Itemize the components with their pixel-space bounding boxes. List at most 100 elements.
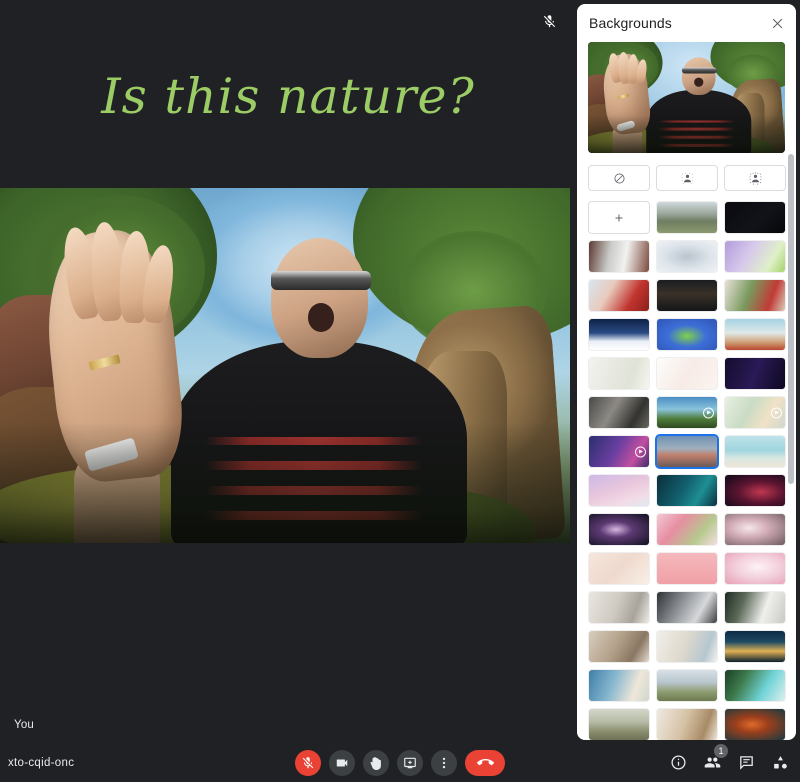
meeting-code-label: xto-cqid-onc [8, 756, 75, 769]
background-thumbnail[interactable] [588, 396, 650, 429]
self-name-label: You [14, 719, 35, 731]
play-icon [635, 446, 646, 457]
background-thumbnail[interactable] [656, 240, 718, 273]
background-thumbnail[interactable] [588, 357, 650, 390]
background-thumbnail[interactable] [588, 669, 650, 702]
background-thumbnail[interactable] [588, 318, 650, 351]
thumbnail-image [589, 319, 649, 350]
thumbnail-image [657, 436, 717, 467]
backgrounds-grid [588, 201, 786, 740]
background-thumbnail[interactable] [724, 669, 786, 702]
activities-button[interactable] [770, 753, 790, 773]
thumbnail-image [725, 241, 785, 272]
thumbnail-image [657, 709, 717, 740]
no-effect-button[interactable] [588, 165, 650, 191]
video-camera-icon [336, 759, 348, 766]
raise-hand-button[interactable] [363, 749, 389, 776]
chat-button[interactable] [736, 753, 756, 773]
slight-blur-button[interactable] [656, 165, 718, 191]
background-thumbnail[interactable] [655, 434, 719, 469]
leave-call-button[interactable] [465, 749, 505, 776]
thumbnail-image [725, 670, 785, 701]
panel-title: Backgrounds [589, 15, 672, 31]
background-thumbnail[interactable] [656, 279, 718, 312]
thumbnail-image [589, 280, 649, 311]
meeting-details-button[interactable] [668, 753, 688, 773]
thumbnail-image [725, 514, 785, 545]
blur-button[interactable] [724, 165, 786, 191]
background-thumbnail[interactable] [724, 279, 786, 312]
hangup-phone-icon [476, 758, 494, 766]
background-thumbnail[interactable] [588, 474, 650, 507]
mic-off-icon [302, 756, 314, 768]
background-thumbnail[interactable] [656, 513, 718, 546]
background-thumbnail[interactable] [656, 591, 718, 624]
background-thumbnail[interactable] [588, 240, 650, 273]
thumbnail-image [657, 319, 717, 350]
thumbnail-image [589, 358, 649, 389]
no-effect-slash-icon [613, 172, 625, 184]
thumbnail-image [725, 202, 785, 233]
background-thumbnail[interactable] [724, 552, 786, 585]
background-thumbnail[interactable] [588, 630, 650, 663]
camera-toggle[interactable] [329, 749, 355, 776]
add-background-button[interactable] [588, 201, 650, 234]
background-thumbnail[interactable] [724, 240, 786, 273]
background-thumbnail[interactable] [656, 474, 718, 507]
close-panel-button[interactable] [766, 12, 788, 34]
thumbnail-image [725, 631, 785, 662]
background-thumbnail[interactable] [588, 552, 650, 585]
thumbnail-image [589, 670, 649, 701]
background-thumbnail[interactable] [656, 708, 718, 740]
thumbnail-image [657, 475, 717, 506]
background-thumbnail[interactable] [724, 435, 786, 468]
background-thumbnail[interactable] [588, 513, 650, 546]
panel-body [577, 42, 796, 740]
background-thumbnail[interactable] [588, 708, 650, 740]
chat-bubble-icon [739, 756, 753, 770]
panel-scrollbar[interactable] [788, 154, 794, 714]
background-thumbnail[interactable] [656, 396, 718, 429]
panel-scrollbar-thumb[interactable] [788, 154, 794, 484]
close-icon [772, 18, 782, 28]
background-thumbnail[interactable] [724, 201, 786, 234]
virtual-background-fantasy-forest [0, 188, 570, 543]
play-icon [771, 407, 782, 418]
background-thumbnail[interactable] [724, 318, 786, 351]
background-thumbnail[interactable] [656, 318, 718, 351]
thumbnail-image [725, 436, 785, 467]
participants-button[interactable]: 1 [702, 743, 728, 773]
background-thumbnail[interactable] [656, 552, 718, 585]
background-thumbnail[interactable] [656, 201, 718, 234]
thumbnail-image [725, 553, 785, 584]
blur-icon [749, 171, 761, 185]
thumbnail-image [657, 553, 717, 584]
background-thumbnail[interactable] [588, 435, 650, 468]
background-thumbnail[interactable] [724, 708, 786, 740]
background-thumbnail[interactable] [656, 630, 718, 663]
background-thumbnail[interactable] [724, 474, 786, 507]
meeting-window: Is this nature? You xto-cqid-onc 1 Backg… [0, 0, 800, 782]
background-thumbnail[interactable] [724, 591, 786, 624]
main-stage: Is this nature? You [0, 0, 576, 743]
thumbnail-image [657, 670, 717, 701]
raised-hand-icon [370, 756, 381, 770]
background-thumbnail[interactable] [588, 279, 650, 312]
thumbnail-image [725, 592, 785, 623]
thumbnail-image [725, 709, 785, 740]
background-thumbnail[interactable] [656, 357, 718, 390]
background-thumbnail[interactable] [588, 591, 650, 624]
self-video-tile[interactable] [0, 188, 570, 543]
present-now-button[interactable] [397, 749, 423, 776]
background-thumbnail[interactable] [656, 669, 718, 702]
background-thumbnail[interactable] [724, 513, 786, 546]
background-thumbnail[interactable] [724, 396, 786, 429]
microphone-toggle[interactable] [295, 749, 321, 776]
background-thumbnail[interactable] [724, 357, 786, 390]
more-options-button[interactable] [431, 749, 457, 776]
thumbnail-image [657, 241, 717, 272]
more-vertical-icon [442, 757, 446, 768]
effects-row [588, 165, 786, 191]
slide-title: Is this nature? [101, 68, 475, 125]
background-thumbnail[interactable] [724, 630, 786, 663]
